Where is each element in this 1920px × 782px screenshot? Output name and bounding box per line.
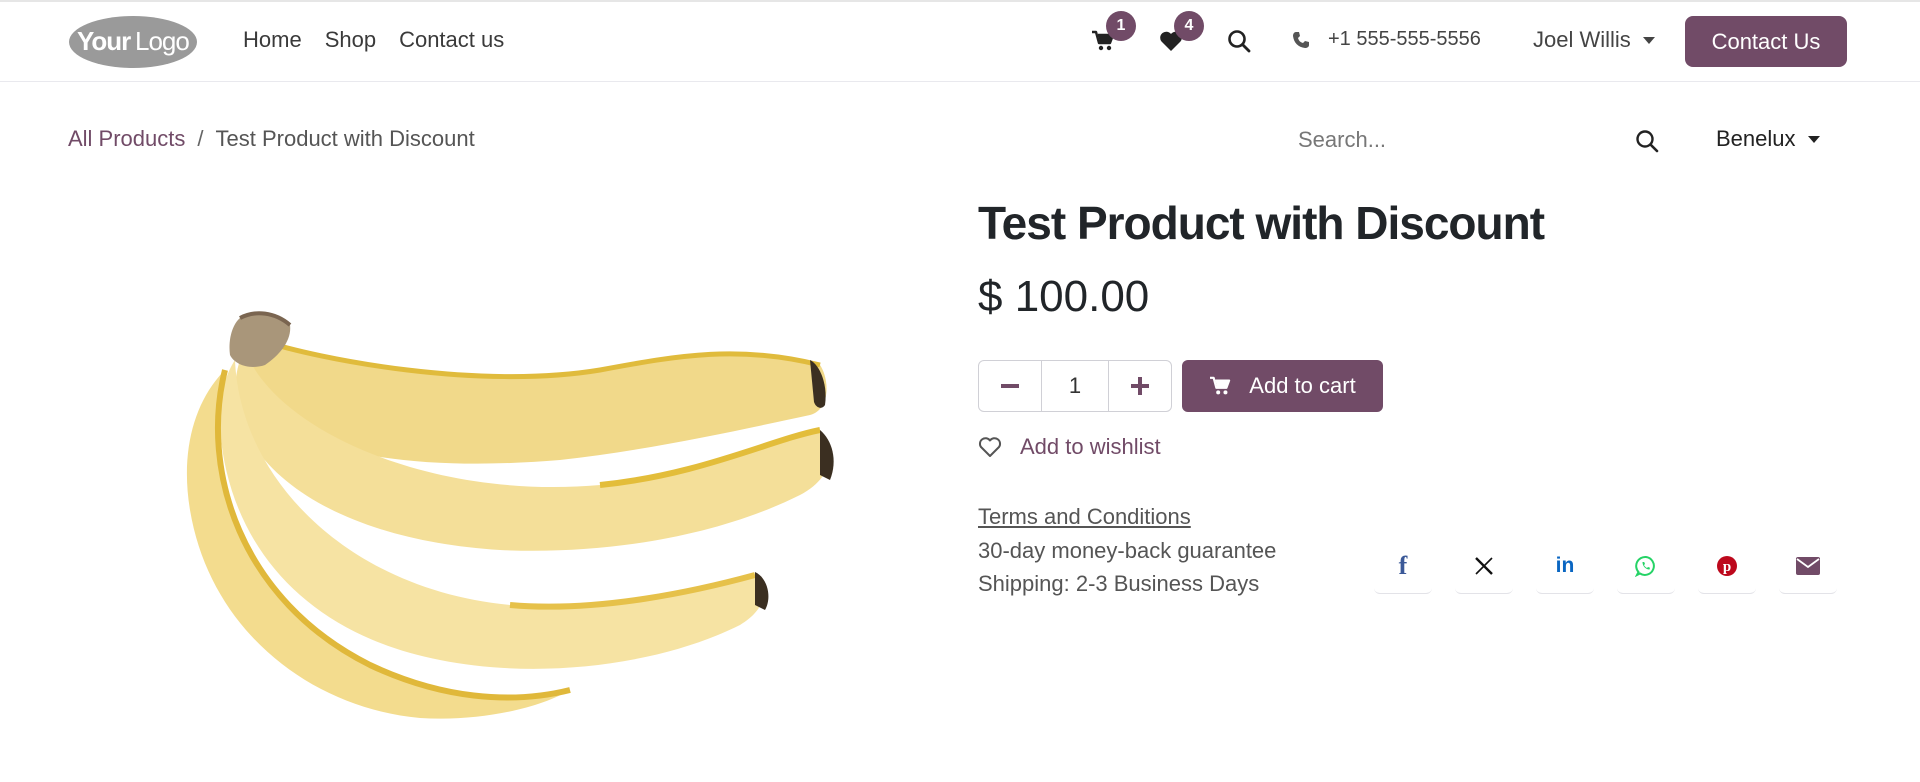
share-facebook-button[interactable]: f — [1374, 538, 1432, 594]
nav-contact-us[interactable]: Contact us — [399, 27, 504, 53]
facebook-icon: f — [1398, 550, 1408, 580]
whatsapp-icon — [1635, 555, 1655, 577]
share-whatsapp-button[interactable] — [1617, 538, 1675, 594]
search-icon — [1228, 30, 1251, 53]
search-toggle-button[interactable] — [1222, 24, 1256, 58]
breadcrumb-separator: / — [197, 126, 204, 151]
wishlist-button[interactable]: 4 — [1154, 11, 1204, 58]
chevron-down-icon — [1807, 135, 1820, 143]
terms-link[interactable]: Terms and Conditions — [978, 504, 1191, 530]
nav-home[interactable]: Home — [243, 27, 302, 53]
plus-icon — [1131, 377, 1149, 395]
search-input[interactable] — [1280, 118, 1610, 162]
user-name: Joel Willis — [1533, 27, 1631, 52]
nav-shop[interactable]: Shop — [325, 27, 376, 53]
heart-outline-icon — [978, 437, 1002, 457]
breadcrumb-current: Test Product with Discount — [215, 126, 475, 151]
quantity-decrease-button[interactable] — [979, 361, 1041, 411]
guarantee-text: 30-day money-back guarantee — [978, 538, 1277, 563]
product-image[interactable] — [180, 310, 850, 730]
add-to-wishlist-button[interactable]: Add to wishlist — [978, 434, 1161, 460]
cart-count-badge: 1 — [1106, 11, 1136, 41]
add-to-cart-label: Add to cart — [1249, 373, 1356, 398]
quantity-input[interactable] — [1041, 361, 1109, 411]
cart-button[interactable]: 1 — [1086, 11, 1136, 58]
cart-icon — [1210, 376, 1231, 395]
svg-text:Your: Your — [77, 26, 131, 56]
share-linkedin-button[interactable]: in — [1536, 538, 1594, 594]
pinterest-icon: p — [1717, 555, 1737, 576]
site-logo[interactable]: Your Logo — [67, 14, 199, 70]
user-menu[interactable]: Joel Willis — [1533, 27, 1655, 53]
minus-icon — [1001, 384, 1019, 388]
shipping-text: Shipping: 2-3 Business Days — [978, 571, 1260, 596]
chevron-down-icon — [1642, 36, 1655, 44]
quantity-increase-button[interactable] — [1109, 361, 1171, 411]
envelope-icon — [1796, 556, 1820, 575]
contact-us-button[interactable]: Contact Us — [1685, 16, 1847, 67]
wishlist-count-badge: 4 — [1174, 11, 1204, 41]
svg-text:Logo: Logo — [135, 26, 189, 56]
add-to-wishlist-label: Add to wishlist — [1020, 434, 1161, 459]
product-price: $ 100.00 — [978, 272, 1150, 321]
breadcrumb-all-products[interactable]: All Products — [68, 126, 185, 152]
svg-text:p: p — [1723, 559, 1731, 575]
pricelist-label: Benelux — [1716, 126, 1796, 151]
product-search — [1280, 118, 1659, 162]
add-to-cart-button[interactable]: Add to cart — [1182, 360, 1383, 412]
share-pinterest-button[interactable]: p — [1698, 538, 1756, 594]
search-icon — [1636, 130, 1659, 153]
linkedin-icon: in — [1555, 553, 1575, 577]
product-title: Test Product with Discount — [978, 197, 1545, 249]
quantity-stepper — [978, 360, 1172, 412]
search-submit-button[interactable] — [1632, 126, 1662, 156]
phone-link[interactable]: +1 555-555-5556 — [1292, 28, 1481, 51]
x-twitter-icon — [1475, 556, 1493, 575]
pricelist-dropdown[interactable]: Benelux — [1716, 126, 1820, 152]
share-email-button[interactable] — [1779, 538, 1837, 594]
phone-number: +1 555-555-5556 — [1328, 28, 1481, 50]
site-header: Your Logo Home Shop Contact us 1 4 +1 55… — [0, 2, 1920, 82]
share-x-button[interactable] — [1455, 538, 1513, 594]
phone-icon — [1293, 31, 1309, 48]
main-nav: Home Shop Contact us — [243, 27, 504, 53]
breadcrumb: All Products / Test Product with Discoun… — [68, 126, 475, 152]
